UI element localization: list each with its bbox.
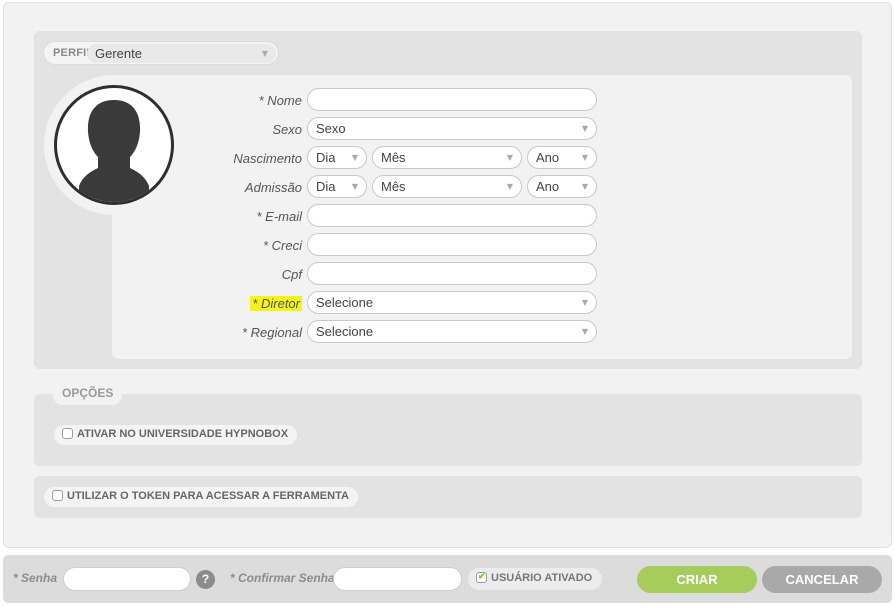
sexo-select[interactable]: Sexo ▼ [307, 117, 597, 140]
universidade-checkbox[interactable]: ATIVAR NO UNIVERSIDADE HYPNOBOX [54, 425, 298, 445]
cpf-input[interactable] [307, 262, 597, 285]
opcoes-title: OPÇÕES [53, 383, 123, 405]
admissao-ano-select[interactable]: Ano ▼ [527, 175, 597, 198]
chevron-down-icon: ▼ [581, 182, 588, 191]
nome-input[interactable] [307, 88, 597, 111]
usuario-ativado-checkbox[interactable]: USUÁRIO ATIVADO [468, 568, 603, 590]
admissao-mes-select[interactable]: Mês ▼ [372, 175, 522, 198]
diretor-label: * Diretor [182, 296, 302, 311]
chevron-down-icon: ▼ [581, 298, 588, 307]
avatar-placeholder-icon[interactable] [54, 85, 174, 205]
chevron-down-icon: ▼ [581, 327, 588, 336]
checkbox-icon[interactable] [62, 428, 73, 439]
creci-label: * Creci [262, 238, 302, 253]
chevron-down-icon: ▼ [261, 49, 268, 58]
confirmar-senha-label: * Confirmar Senha [230, 571, 335, 585]
help-icon[interactable]: ? [196, 570, 215, 589]
sexo-label: Sexo [272, 122, 302, 137]
creci-input[interactable] [307, 233, 597, 256]
confirmar-senha-input[interactable] [333, 567, 462, 591]
regional-label: * Regional [242, 325, 302, 340]
chevron-down-icon: ▼ [351, 182, 358, 191]
chevron-down-icon: ▼ [581, 153, 588, 162]
perfil-selector[interactable]: PERFIL Gerente ▼ [43, 41, 279, 65]
chevron-down-icon: ▼ [351, 153, 358, 162]
admissao-label: Admissão [244, 180, 302, 195]
regional-select[interactable]: Selecione ▼ [307, 320, 597, 343]
diretor-label-text: * Diretor [250, 296, 302, 311]
chevron-down-icon: ▼ [506, 182, 513, 191]
perfil-select[interactable]: Gerente ▼ [87, 44, 276, 63]
chevron-down-icon: ▼ [581, 124, 588, 133]
checkbox-checked-icon[interactable] [476, 571, 487, 583]
checkbox-icon[interactable] [52, 490, 63, 501]
token-label: UTILIZAR O TOKEN PARA ACESSAR A FERRAMEN… [67, 490, 349, 502]
cpf-label: Cpf [281, 267, 302, 282]
email-label: * E-mail [256, 209, 302, 224]
nascimento-dia-select[interactable]: Dia ▼ [307, 146, 367, 169]
senha-label: * Senha [13, 571, 58, 585]
nascimento-mes-select[interactable]: Mês ▼ [372, 146, 522, 169]
criar-button[interactable]: CRIAR [637, 566, 757, 593]
admissao-dia-select[interactable]: Dia ▼ [307, 175, 367, 198]
senha-input[interactable] [63, 567, 191, 591]
universidade-label: ATIVAR NO UNIVERSIDADE HYPNOBOX [77, 428, 289, 440]
usuario-ativado-label: USUÁRIO ATIVADO [491, 572, 593, 584]
token-checkbox[interactable]: UTILIZAR O TOKEN PARA ACESSAR A FERRAMEN… [44, 487, 358, 507]
nascimento-label: Nascimento [233, 151, 302, 166]
nascimento-ano-select[interactable]: Ano ▼ [527, 146, 597, 169]
cancelar-button[interactable]: CANCELAR [762, 566, 882, 593]
perfil-value: Gerente [95, 46, 142, 61]
diretor-select[interactable]: Selecione ▼ [307, 291, 597, 314]
nome-label: * Nome [258, 93, 302, 108]
chevron-down-icon: ▼ [506, 153, 513, 162]
email-input[interactable] [307, 204, 597, 227]
